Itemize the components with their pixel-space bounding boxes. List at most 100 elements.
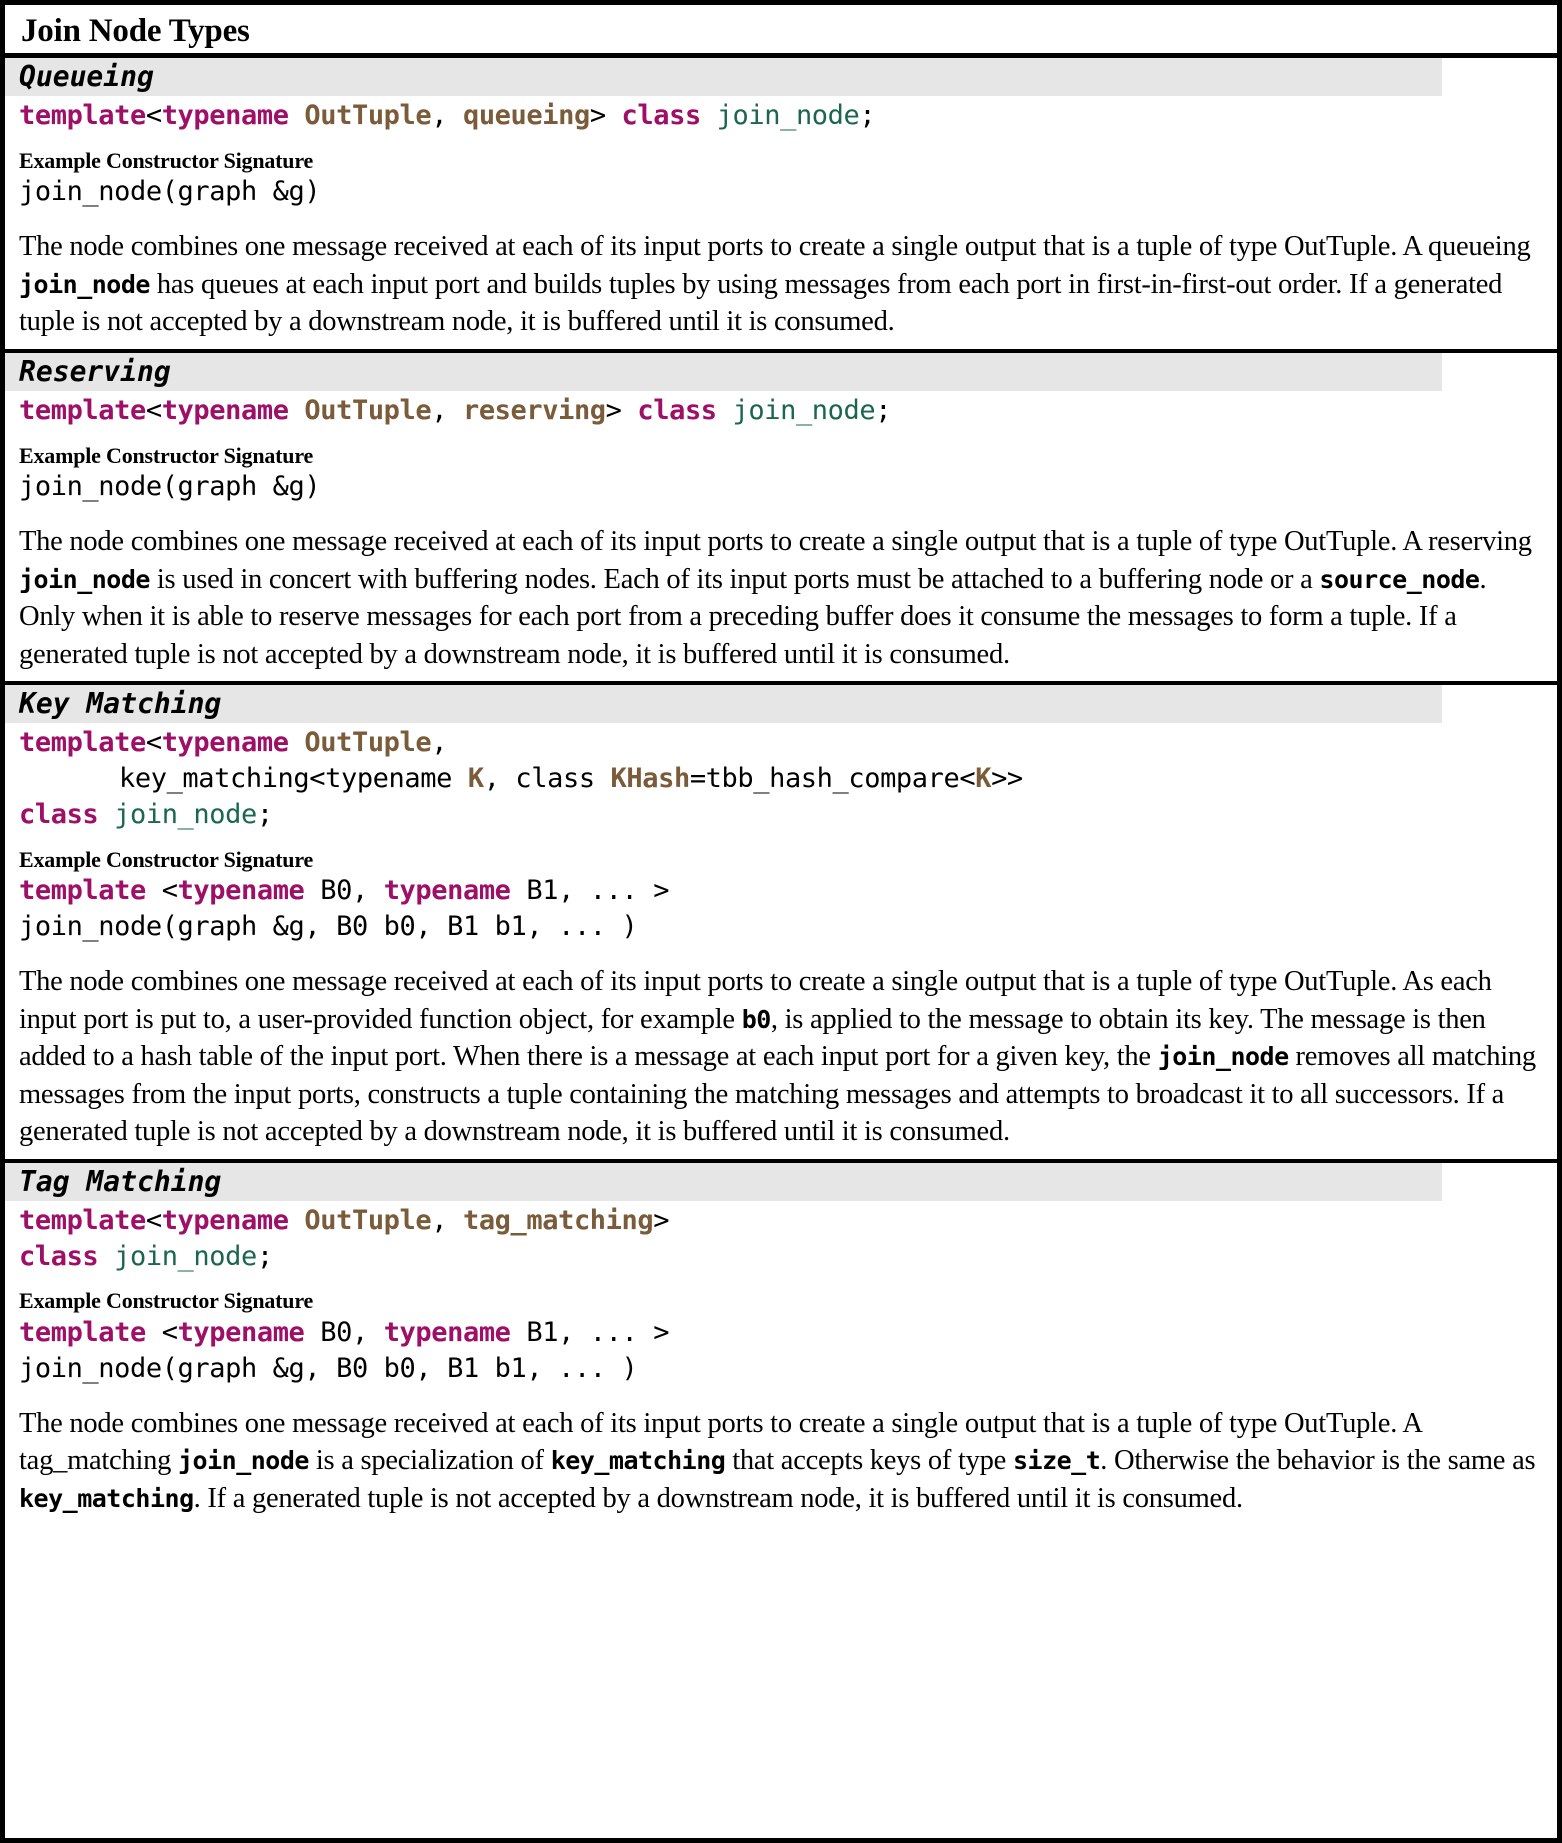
policy-tag-matching: tag_matching	[462, 1204, 654, 1236]
constructor-line: join_node(graph &g)	[19, 176, 321, 208]
desc-text: The node combines one message received a…	[19, 231, 1531, 263]
section-tag-matching: Tag Matching template<typename OutTuple,…	[5, 1163, 1557, 1526]
signature-line-key-matching: key_matching<typename K, class KHash=tbb…	[19, 761, 1543, 797]
punct-semicolon: ;	[256, 798, 273, 830]
section-queueing: Queueing template<typename OutTuple, que…	[5, 58, 1557, 354]
example-constructor-label: Example Constructor Signature	[19, 442, 314, 468]
signature-line: template<typename OutTuple, queueing> cl…	[19, 98, 1543, 134]
section-key-matching: Key Matching template<typename OutTuple,…	[5, 685, 1557, 1164]
param-b0: B0,	[304, 875, 384, 907]
punct-lt: <	[145, 1316, 178, 1348]
section-description: The node combines one message received a…	[19, 1405, 1543, 1518]
punct-lt: <	[145, 99, 162, 131]
page-title: Join Node Types	[21, 13, 250, 49]
example-constructor-label: Example Constructor Signature	[19, 846, 314, 872]
inline-code-b0: b0	[741, 1004, 772, 1034]
key-matching-suffix: =tbb_hash_compare<	[689, 762, 976, 794]
type-param-outtuple: OutTuple	[304, 394, 432, 426]
policy-queueing: queueing	[462, 99, 590, 131]
type-param-k: K	[467, 762, 484, 794]
punct-semicolon: ;	[875, 394, 892, 426]
key-matching-prefix: key_matching<typename	[119, 762, 468, 794]
punct-comma: ,	[431, 99, 463, 131]
inline-code-key-matching: key_matching	[550, 1446, 726, 1476]
inline-code-source-node: source_node	[1319, 564, 1480, 594]
desc-text: that accepts keys of type	[725, 1445, 1013, 1477]
key-matching-tail: >>	[991, 762, 1023, 794]
signature-line-class: class join_node;	[19, 797, 1543, 833]
section-header-queueing: Queueing	[5, 58, 1442, 96]
section-heading-label: Key Matching	[19, 687, 222, 721]
inline-code-join-node: join_node	[1157, 1042, 1289, 1072]
desc-text: . Otherwise the behavior is the same as	[1100, 1445, 1536, 1477]
section-body-tag-matching: template<typename OutTuple, tag_matching…	[5, 1201, 1557, 1526]
signature-line: template<typename OutTuple, tag_matching…	[19, 1203, 1543, 1239]
class-name-join-node: join_node	[732, 394, 876, 426]
constructor-template-line: template <typename B0, typename B1, ... …	[19, 873, 1543, 909]
example-constructor-label: Example Constructor Signature	[19, 147, 314, 173]
constructor-template-line: template <typename B0, typename B1, ... …	[19, 1315, 1543, 1351]
inline-code-key-matching-2: key_matching	[19, 1483, 194, 1513]
section-heading-label: Queueing	[19, 60, 154, 94]
type-param-k-2: K	[975, 762, 992, 794]
desc-text: is used in concert with buffering nodes.…	[149, 563, 1320, 595]
punct-lt: <	[145, 1204, 162, 1236]
type-param-outtuple: OutTuple	[304, 99, 432, 131]
type-param-outtuple: OutTuple	[304, 726, 432, 758]
keyword-template: template	[19, 1316, 146, 1348]
punct-comma: ,	[431, 394, 463, 426]
punct-comma: ,	[431, 726, 448, 758]
section-description: The node combines one message received a…	[19, 228, 1543, 341]
inline-code-join-node: join_node	[19, 269, 150, 299]
inline-code-join-node: join_node	[19, 564, 150, 594]
class-name-join-node: join_node	[114, 798, 257, 830]
section-body-queueing: template<typename OutTuple, queueing> cl…	[5, 96, 1557, 349]
keyword-typename: typename	[161, 726, 289, 758]
punct-gt: >	[605, 394, 638, 426]
keyword-typename-1: typename	[177, 875, 305, 907]
punct-lt: <	[145, 875, 178, 907]
param-b1: B1, ... >	[510, 875, 670, 907]
keyword-typename-1: typename	[177, 1316, 305, 1348]
type-param-khash: KHash	[610, 762, 691, 794]
signature-line: template<typename OutTuple, reserving> c…	[19, 393, 1543, 429]
desc-text: The node combines one message received a…	[19, 525, 1532, 557]
keyword-class: class	[621, 99, 702, 131]
punct-lt: <	[145, 394, 162, 426]
keyword-class: class	[19, 1240, 99, 1272]
punct-gt: >	[589, 99, 622, 131]
desc-text: has queues at each input port and builds…	[19, 268, 1503, 338]
policy-reserving: reserving	[462, 394, 606, 426]
constructor-line: join_node(graph &g)	[19, 471, 321, 503]
desc-text: is a specialization of	[308, 1445, 551, 1477]
section-reserving: Reserving template<typename OutTuple, re…	[5, 353, 1557, 686]
section-heading-label: Reserving	[19, 355, 171, 389]
keyword-typename-2: typename	[383, 1316, 511, 1348]
section-body-reserving: template<typename OutTuple, reserving> c…	[5, 391, 1557, 682]
keyword-template: template	[19, 99, 146, 131]
section-body-key-matching: template<typename OutTuple, key_matching…	[5, 723, 1557, 1159]
keyword-typename-2: typename	[383, 875, 511, 907]
keyword-template: template	[19, 394, 146, 426]
keyword-class: class	[19, 798, 99, 830]
param-b0: B0,	[304, 1316, 384, 1348]
table-title-row: Join Node Types	[5, 5, 1557, 59]
signature-line: template<typename OutTuple,	[19, 725, 1543, 761]
type-param-outtuple: OutTuple	[304, 1204, 432, 1236]
keyword-typename: typename	[161, 394, 289, 426]
punct-gt: >	[653, 1204, 670, 1236]
punct-lt: <	[145, 726, 162, 758]
desc-text: . If a generated tuple is not accepted b…	[193, 1482, 1243, 1514]
section-header-reserving: Reserving	[5, 353, 1442, 391]
key-matching-mid: , class	[483, 762, 611, 794]
inline-code-size-t: size_t	[1012, 1446, 1101, 1476]
constructor-line: join_node(graph &g, B0 b0, B1 b1, ... )	[19, 911, 638, 943]
punct-semicolon: ;	[256, 1240, 273, 1272]
keyword-class: class	[637, 394, 717, 426]
param-b1: B1, ... >	[510, 1316, 670, 1348]
keyword-typename: typename	[161, 99, 289, 131]
